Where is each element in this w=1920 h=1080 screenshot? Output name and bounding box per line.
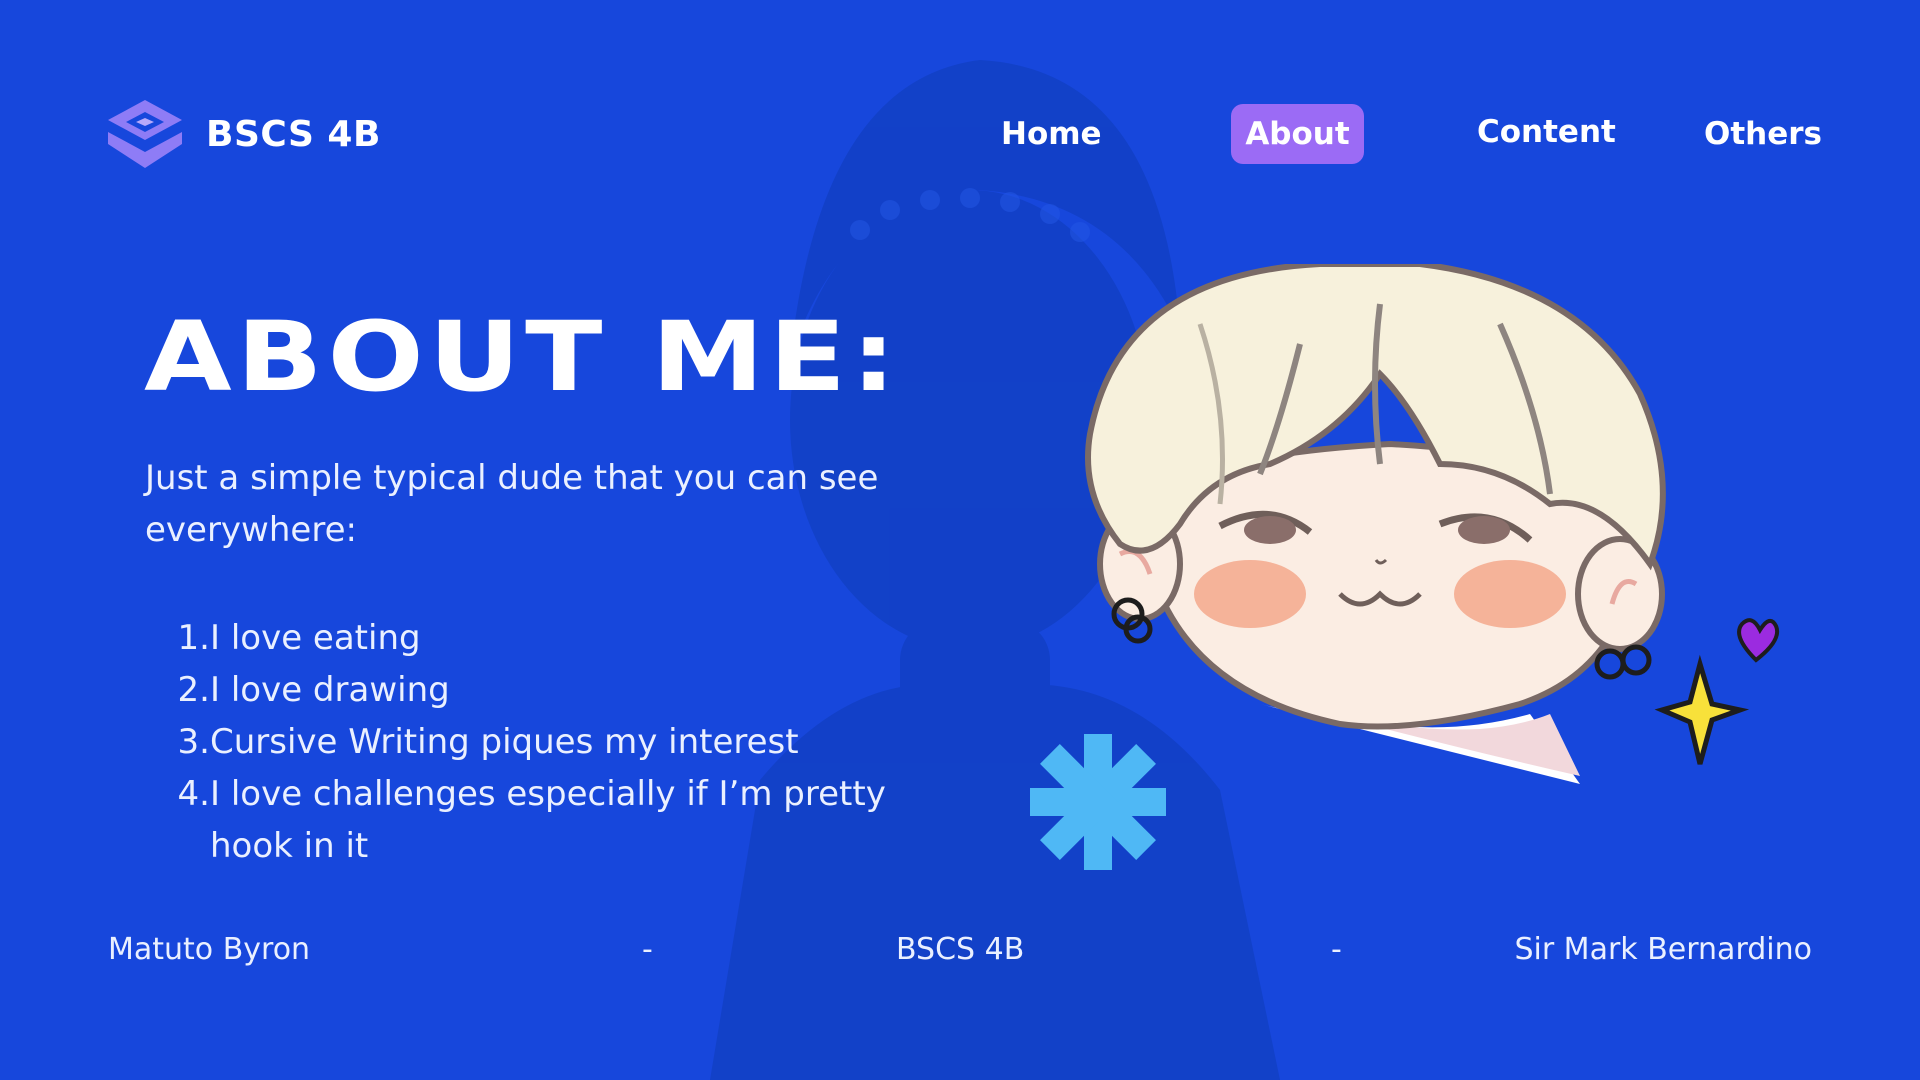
footer-author-name: Matuto Byron (108, 932, 311, 967)
footer-separator: - (642, 932, 653, 967)
footer-teacher-name: Sir Mark Bernardino (1514, 932, 1812, 967)
list-item-text: I love challenges especially if I’m pret… (210, 774, 886, 866)
asterisk-icon (1030, 734, 1166, 870)
list-item-text: I love eating (210, 618, 421, 658)
list-item-number: 4. (177, 774, 210, 814)
list-item-number: 1. (177, 618, 210, 658)
about-list: 1. I love eating 2. I love drawing 3. Cu… (170, 612, 890, 872)
list-item: 2. I love drawing (170, 664, 890, 716)
list-item-number: 2. (177, 670, 210, 710)
footer-separator: - (1331, 932, 1342, 967)
footer: Matuto Byron - BSCS 4B - Sir Mark Bernar… (0, 928, 1920, 972)
nav-content[interactable]: Content (1477, 102, 1616, 162)
list-item: 1. I love eating (170, 612, 890, 664)
list-item: 4. I love challenges especially if I’m p… (170, 768, 890, 872)
list-item-text: Cursive Writing piques my interest (210, 722, 799, 762)
list-item-number: 3. (177, 722, 210, 762)
footer-class-name: BSCS 4B (896, 932, 1025, 967)
main-nav: Home About Content Others (0, 104, 1920, 164)
page-title: ABOUT ME: (144, 301, 901, 413)
nav-home[interactable]: Home (1001, 104, 1102, 164)
list-item: 3. Cursive Writing piques my interest (170, 716, 890, 768)
nav-others[interactable]: Others (1704, 104, 1822, 164)
nav-about[interactable]: About (1231, 104, 1364, 164)
intro-text: Just a simple typical dude that you can … (145, 458, 879, 550)
chibi-boy-avatar-illustration (1085, 264, 1779, 784)
list-item-text: I love drawing (210, 670, 450, 710)
